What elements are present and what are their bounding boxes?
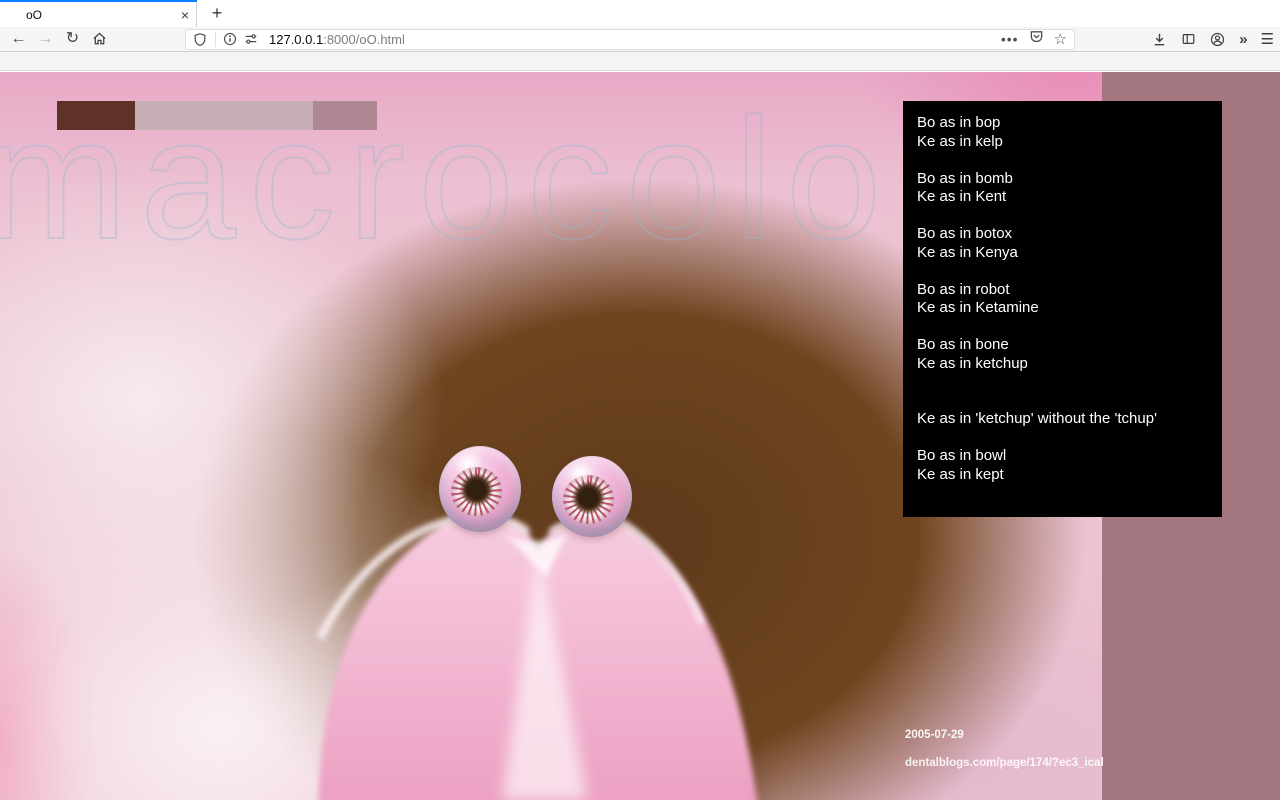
tab-bar: oO × +	[0, 0, 1280, 27]
tab-close-icon[interactable]: ×	[174, 7, 196, 23]
pronunciation-line	[917, 429, 1214, 448]
droplet-eye-left	[451, 467, 502, 516]
tab-title: oO	[0, 8, 174, 22]
pronunciation-line: Bo as in bomb	[917, 170, 1214, 189]
page-content: macrocolor	[0, 72, 1280, 800]
download-icon[interactable]	[1152, 32, 1167, 47]
bookmarks-strip	[0, 52, 1280, 71]
pronunciation-line: Bo as in bone	[917, 336, 1214, 355]
new-tab-button[interactable]: +	[203, 2, 231, 27]
pronunciation-line: Ke as in kelp	[917, 133, 1214, 152]
nav-block-2[interactable]	[135, 101, 313, 130]
urlbar-separator	[215, 32, 216, 47]
color-nav-blocks	[57, 101, 377, 130]
pronunciation-box: Bo as in bopKe as in kelpBo as in bombKe…	[903, 101, 1222, 517]
pronunciation-line: Ke as in 'ketchup' without the 'tchup'	[917, 410, 1214, 429]
pronunciation-line: Ke as in kept	[917, 466, 1214, 485]
footer-link[interactable]: dentalblogs.com/page/174/?ec3_ical	[905, 757, 1104, 769]
water-droplet-left	[439, 446, 521, 532]
overflow-chevron-icon[interactable]: »	[1239, 31, 1246, 48]
pronunciation-line: Ke as in Ketamine	[917, 299, 1214, 318]
pocket-icon[interactable]	[1029, 29, 1044, 49]
navigation-toolbar: ← → ↻	[0, 27, 1280, 52]
bookmark-star-icon[interactable]: ☆	[1054, 30, 1067, 48]
water-droplet-right	[552, 456, 632, 537]
pronunciation-line	[917, 262, 1214, 281]
pronunciation-line	[917, 318, 1214, 337]
url-path: :8000/oO.html	[323, 32, 405, 47]
droplet-eye-right	[563, 475, 614, 524]
sidebar-icon[interactable]	[1181, 32, 1196, 46]
tracking-shield-icon[interactable]	[193, 32, 207, 47]
toolbar-right-icons: » ☰	[1138, 30, 1274, 48]
url-text[interactable]: 127.0.0.1:8000/oO.html	[269, 32, 405, 47]
browser-chrome: oO × + ← → ↻	[0, 0, 1280, 72]
date-label: 2005-07-29	[905, 729, 964, 741]
reload-button[interactable]: ↻	[59, 27, 86, 51]
pronunciation-line	[917, 151, 1214, 170]
browser-tab[interactable]: oO ×	[0, 2, 197, 27]
pronunciation-line: Bo as in bop	[917, 114, 1214, 133]
nav-block-3[interactable]	[313, 101, 377, 130]
pronunciation-line	[917, 373, 1214, 392]
pronunciation-line: Bo as in botox	[917, 225, 1214, 244]
firefox-window: oO × + ← → ↻	[0, 0, 1280, 800]
pronunciation-line: Ke as in Kent	[917, 188, 1214, 207]
pronunciation-line	[917, 207, 1214, 226]
forward-button[interactable]: →	[32, 27, 59, 51]
pronunciation-line	[917, 392, 1214, 411]
hamburger-menu-icon[interactable]: ☰	[1261, 30, 1274, 48]
back-button[interactable]: ←	[5, 27, 32, 51]
home-icon	[92, 31, 107, 46]
url-host: 127.0.0.1	[269, 32, 323, 47]
url-bar[interactable]: 127.0.0.1:8000/oO.html ••• ☆	[185, 29, 1075, 50]
site-info-icon[interactable]	[223, 32, 237, 46]
pronunciation-line: Ke as in Kenya	[917, 244, 1214, 263]
pronunciation-line: Bo as in bowl	[917, 447, 1214, 466]
page-actions-icon[interactable]: •••	[1001, 31, 1019, 47]
permissions-icon[interactable]	[243, 32, 259, 46]
pronunciation-line: Ke as in ketchup	[917, 355, 1214, 374]
home-button[interactable]	[86, 27, 113, 51]
pronunciation-line: Bo as in robot	[917, 281, 1214, 300]
account-icon[interactable]	[1210, 32, 1225, 47]
nav-block-1[interactable]	[57, 101, 135, 130]
